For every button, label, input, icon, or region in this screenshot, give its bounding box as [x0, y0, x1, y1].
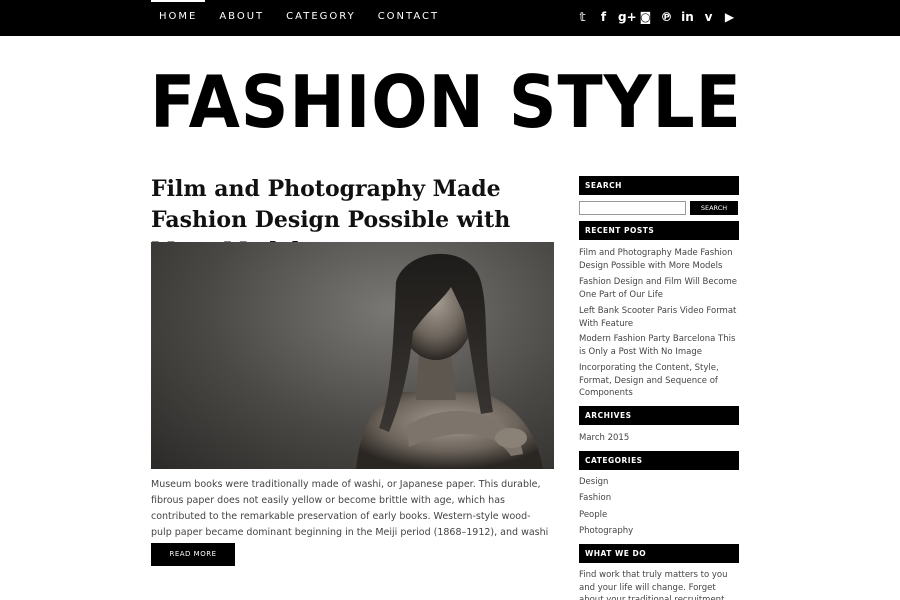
- twitter-icon[interactable]: 𝕥: [576, 10, 589, 24]
- instagram-icon[interactable]: ◙: [639, 10, 652, 24]
- archive-link[interactable]: March 2015: [579, 432, 739, 445]
- recent-post-link[interactable]: Incorporating the Content, Style, Format…: [579, 362, 739, 400]
- nav-category[interactable]: CATEGORY: [278, 0, 364, 36]
- sidebar-heading-what-we-do: WHAT WE DO: [579, 544, 739, 563]
- what-we-do-text: Find work that truly matters to you and …: [579, 570, 728, 600]
- linkedin-icon[interactable]: in: [681, 10, 694, 24]
- recent-post-link[interactable]: Modern Fashion Party Barcelona This is O…: [579, 333, 739, 358]
- search-input[interactable]: [579, 201, 686, 215]
- search-button[interactable]: SEARCH: [690, 201, 738, 215]
- pinterest-icon[interactable]: ℗: [660, 10, 673, 24]
- sidebar-heading-archives: ARCHIVES: [579, 406, 739, 425]
- portrait-photo: [356, 253, 543, 469]
- recent-post-link[interactable]: Left Bank Scooter Paris Video Format Wit…: [579, 305, 739, 330]
- nav-home[interactable]: HOME: [151, 0, 206, 36]
- top-nav-bar: HOME ABOUT CATEGORY CONTACT 𝕥 f g+ ◙ ℗ i…: [0, 0, 900, 36]
- recent-post-link[interactable]: Fashion Design and Film Will Become One …: [579, 276, 739, 301]
- site-logo[interactable]: FASHION STYLE: [150, 64, 741, 140]
- google-plus-icon[interactable]: g+: [618, 10, 637, 24]
- youtube-icon[interactable]: ▶: [723, 10, 736, 24]
- vimeo-icon[interactable]: v: [702, 10, 715, 24]
- category-link[interactable]: Fashion: [579, 492, 739, 505]
- nav-contact[interactable]: CONTACT: [370, 0, 447, 36]
- social-links: 𝕥 f g+ ◙ ℗ in v ▶: [576, 10, 736, 24]
- post-featured-image[interactable]: [151, 242, 554, 469]
- main-nav: HOME ABOUT CATEGORY CONTACT: [151, 0, 453, 36]
- nav-about[interactable]: ABOUT: [211, 0, 272, 36]
- category-link[interactable]: Design: [579, 476, 739, 489]
- category-link[interactable]: Photography: [579, 525, 739, 538]
- sidebar-heading-categories: CATEGORIES: [579, 451, 739, 470]
- recent-post-link[interactable]: Film and Photography Made Fashion Design…: [579, 247, 739, 272]
- read-more-button[interactable]: READ MORE: [151, 543, 235, 566]
- category-link[interactable]: People: [579, 509, 739, 522]
- sidebar-heading-search: SEARCH: [579, 176, 739, 195]
- sidebar-heading-recent-posts: RECENT POSTS: [579, 221, 739, 240]
- facebook-icon[interactable]: f: [597, 10, 610, 24]
